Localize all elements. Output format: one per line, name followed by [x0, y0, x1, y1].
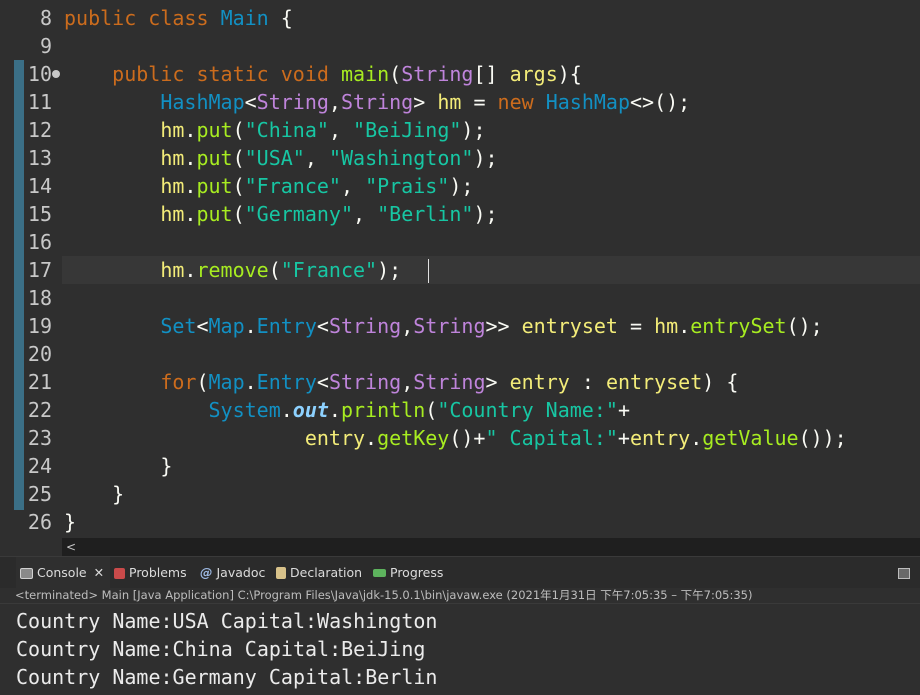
console-icon	[20, 567, 33, 579]
code-line[interactable]: hm.remove("France");	[64, 256, 401, 284]
code-line[interactable]: System.out.println("Country Name:"+	[64, 396, 630, 424]
code-line[interactable]: public static void main(String[] args){	[64, 60, 582, 88]
line-number: 17	[27, 258, 52, 282]
line-number: 24	[27, 454, 52, 478]
console-output-line: Country Name:USA Capital:Washington	[16, 609, 438, 633]
tab-progress-label: Progress	[390, 565, 444, 580]
gutter-bottom	[0, 538, 62, 556]
line-number: 10	[27, 62, 52, 86]
tab-console-label: Console	[37, 565, 87, 580]
code-line[interactable]: hm.put("Germany", "Berlin");	[64, 200, 497, 228]
scroll-left-icon[interactable]: <	[66, 538, 76, 556]
tab-javadoc-label: Javadoc	[216, 565, 266, 580]
code-line[interactable]: }	[64, 452, 172, 480]
code-line[interactable]: HashMap<String,String> hm = new HashMap<…	[64, 88, 690, 116]
tab-problems-label: Problems	[129, 565, 187, 580]
javadoc-icon: @	[200, 565, 213, 580]
code-line[interactable]: hm.put("China", "BeiJing");	[64, 116, 485, 144]
line-number: 15	[27, 202, 52, 226]
line-number: 26	[27, 510, 52, 534]
progress-icon	[373, 569, 386, 577]
line-number: 23	[27, 426, 52, 450]
code-line[interactable]: }	[64, 508, 76, 536]
declaration-icon	[276, 567, 286, 579]
code-editor[interactable]: 8 9 10 11 12 13 14 15 16 17 18 19 20 21 22 23 24 25 26 pub…	[0, 0, 920, 538]
problems-icon	[114, 567, 125, 579]
console-output[interactable]: Country Name:USA Capital:Washington Count…	[0, 605, 920, 695]
code-line[interactable]: public class Main {	[64, 4, 293, 32]
tab-declaration[interactable]: Declaration	[276, 557, 362, 589]
text-caret	[428, 259, 429, 283]
tab-declaration-label: Declaration	[290, 565, 363, 580]
line-number: 8	[39, 6, 52, 30]
code-line[interactable]: entry.getKey()+" Capital:"+entry.getValu…	[64, 424, 847, 452]
line-number: 25	[27, 482, 52, 506]
code-line[interactable]: hm.put("USA", "Washington");	[64, 144, 497, 172]
line-number: 13	[27, 146, 52, 170]
tab-console[interactable]: Console ✕	[16, 557, 111, 589]
code-line[interactable]: }	[64, 480, 124, 508]
console-tab-bar: Console ✕ Problems @ Javadoc Declaration…	[0, 556, 920, 589]
tab-javadoc[interactable]: @ Javadoc	[200, 557, 265, 589]
line-number: 19	[27, 314, 52, 338]
console-output-line: Country Name:China Capital:BeiJing	[16, 637, 426, 661]
line-number: 18	[27, 286, 52, 310]
close-icon[interactable]: ✕	[94, 557, 104, 589]
fold-toggle-icon[interactable]	[52, 70, 60, 78]
line-number: 21	[27, 370, 52, 394]
line-number: 20	[27, 342, 52, 366]
console-status-line: <terminated> Main [Java Application] C:\…	[0, 588, 920, 604]
line-number: 11	[27, 90, 52, 114]
line-number: 14	[27, 174, 52, 198]
tab-problems[interactable]: Problems	[114, 557, 187, 589]
line-number: 9	[39, 34, 52, 58]
console-output-line: Country Name:Germany Capital:Berlin	[16, 665, 438, 689]
code-line[interactable]: Set<Map.Entry<String,String>> entryset =…	[64, 312, 822, 340]
code-line[interactable]: hm.put("France", "Prais");	[64, 172, 473, 200]
horizontal-scrollbar[interactable]: <	[62, 538, 920, 556]
minimize-icon[interactable]	[898, 568, 910, 579]
line-number: 22	[27, 398, 52, 422]
code-line[interactable]: for(Map.Entry<String,String> entry : ent…	[64, 368, 738, 396]
line-number: 16	[27, 230, 52, 254]
line-number: 12	[27, 118, 52, 142]
tab-progress[interactable]: Progress	[373, 557, 443, 589]
